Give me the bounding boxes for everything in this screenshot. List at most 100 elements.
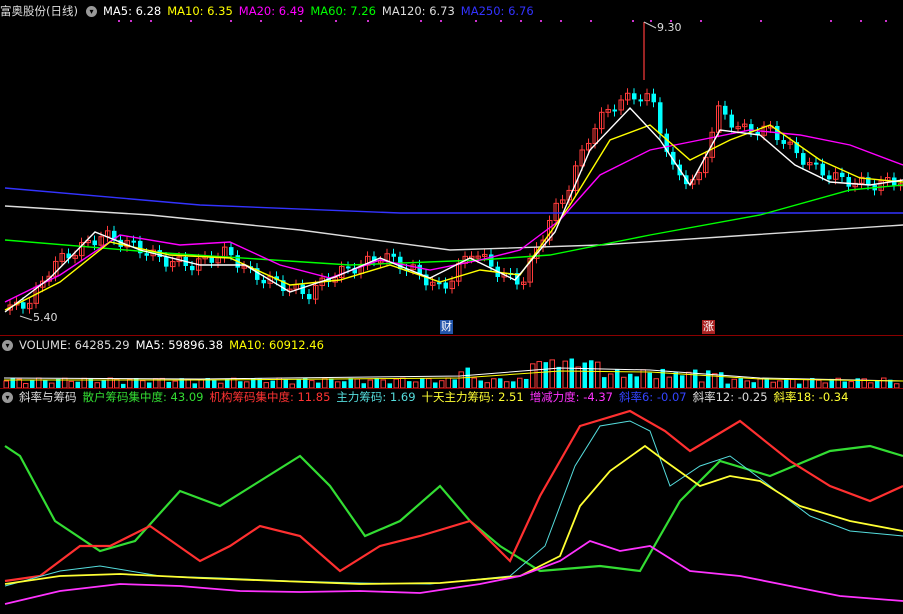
volume-bar-up (653, 378, 659, 388)
volume-bar-up (536, 361, 542, 388)
volume-bar-up (68, 380, 74, 388)
signal-dot (118, 20, 120, 22)
volume-bar-up (816, 379, 822, 388)
low-pointer (19, 315, 33, 321)
candle-down (300, 284, 305, 295)
volume-bar-up (562, 360, 568, 388)
candle-down (729, 114, 734, 128)
candle-down (190, 266, 195, 271)
volume-bar-up (491, 378, 497, 388)
volume-bar-up (608, 373, 614, 388)
candle-down (846, 177, 851, 187)
earnings-marker[interactable]: 财 (440, 320, 453, 334)
volume-bar-down (420, 378, 425, 388)
signal-dot (230, 20, 232, 22)
volume-chart[interactable] (0, 354, 903, 388)
candle-down (612, 109, 617, 112)
indicator-slope18: 斜率18: -0.34 (773, 390, 849, 404)
price-toggle-icon[interactable]: ▾ (85, 6, 97, 17)
volume-bar-down (257, 378, 262, 388)
volume-bar-down (296, 379, 301, 388)
signal-dot (420, 20, 422, 22)
volume-bar-up (354, 378, 360, 388)
volume-bar-up (172, 380, 178, 388)
candle-down (651, 93, 656, 103)
volume-bar-up (744, 380, 750, 388)
low-price-label: 5.40 (33, 311, 58, 324)
volume-bar-up (322, 378, 328, 388)
volume-bar-down (738, 378, 743, 388)
volume-bar-down (101, 380, 106, 388)
volume-bar-down (875, 380, 880, 388)
indicator-retail: 散户筹码集中度: 43.09 (82, 390, 204, 404)
volume-bar-down (348, 378, 353, 388)
volume-bar-down (660, 368, 665, 388)
volume-bar-up (16, 378, 22, 388)
high-price-label: 9.30 (657, 21, 682, 34)
volume-bar-up (393, 378, 399, 388)
signal-dot (830, 20, 832, 22)
volume-label: VOLUME: 64285.29 (19, 338, 130, 352)
indicator-chart[interactable] (0, 406, 903, 614)
ma20-line (4, 129, 903, 303)
stock-title: 富奥股份(日线) (0, 4, 78, 18)
retail-chip-line (4, 444, 903, 573)
volume-bar-down (693, 369, 698, 388)
candle-down (781, 140, 786, 144)
candle-down (307, 294, 312, 300)
volume-bar-up (127, 378, 133, 388)
candle-down (144, 253, 149, 256)
volume-bar-up (595, 361, 601, 388)
volume-bar-up (439, 380, 445, 388)
candle-down (229, 247, 234, 256)
volume-bar-down (543, 362, 548, 388)
indicator-force: 增减力度: -4.37 (529, 390, 613, 404)
candle-down (92, 240, 97, 246)
signal-dot (650, 20, 652, 22)
ma5-label: MA5: 6.28 (102, 4, 162, 18)
candle-down (443, 282, 448, 289)
ma60-label: MA60: 7.26 (310, 4, 376, 18)
candle-down (801, 153, 806, 165)
candle-down (827, 175, 832, 180)
volume-bar-up (666, 376, 672, 388)
volume-bar-down (634, 376, 639, 388)
price-legend: 富奥股份(日线) ▾ MA5: 6.28 MA10: 6.35 MA20: 6.49 MA… (0, 2, 540, 20)
volume-bar-down (43, 380, 48, 388)
signal-dot (150, 20, 152, 22)
volume-bar-up (3, 380, 9, 388)
indicator-toggle-icon[interactable]: ▾ (2, 392, 13, 403)
volume-toggle-icon[interactable]: ▾ (2, 340, 13, 351)
volume-bar-down (764, 378, 769, 388)
volume-bar-up (790, 378, 796, 388)
indicator-legend: ▾ 斜率与筹码 散户筹码集中度: 43.09 机构筹码集中度: 11.85 主力筹码: … (0, 388, 854, 406)
volume-bar-up (445, 377, 451, 388)
volume-bar-down (478, 380, 483, 388)
indicator-inst: 机构筹码集中度: 11.85 (209, 390, 331, 404)
high-pointer (643, 21, 657, 29)
volume-bar-down (212, 380, 217, 388)
volume-bar-down (680, 375, 685, 388)
signal-dot (520, 20, 522, 22)
volume-bar-down (498, 378, 503, 388)
volume-bar-up (380, 379, 386, 388)
signal-dot (540, 20, 542, 22)
inst-chip-line (4, 409, 903, 583)
signal-dot (260, 20, 262, 22)
volume-bar-down (582, 362, 587, 388)
signal-dot (130, 20, 132, 22)
signal-dot (367, 20, 369, 22)
volume-bar-down (30, 379, 35, 388)
signal-dot (500, 20, 502, 22)
volume-bar-down (569, 358, 574, 388)
signal-dot (190, 20, 192, 22)
volume-bar-up (198, 379, 204, 388)
volume-bar-down (342, 381, 347, 388)
limit-up-marker[interactable]: 涨 (702, 320, 715, 334)
price-chart[interactable] (0, 20, 903, 336)
signal-dot (300, 20, 302, 22)
volume-bar-up (114, 379, 120, 388)
volume-bar-up (621, 376, 627, 388)
candle-down (164, 257, 169, 267)
signal-dot (700, 20, 702, 22)
